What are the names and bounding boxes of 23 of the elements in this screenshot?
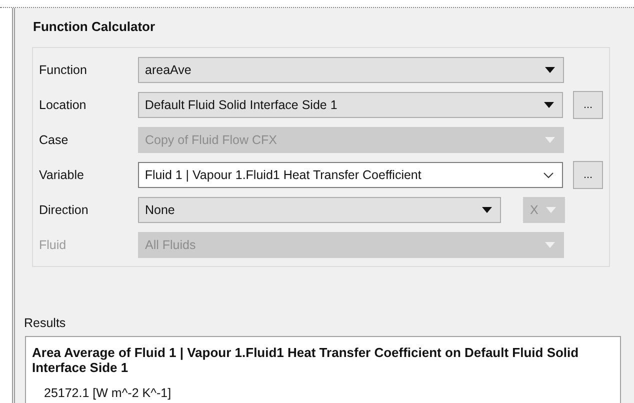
field-label: Direction [39,203,90,217]
combo-field[interactable]: Fluid 1 | Vapour 1.Fluid1 Heat Transfer Coefficient [138,162,564,188]
browse-button[interactable]: ... [573,91,603,119]
field-label: Fluid [39,238,68,252]
result-value: 25172.1 [W m^-2 K^-1] [44,386,172,400]
chevron-down-icon [543,172,554,178]
caret-down-icon [546,207,556,213]
dropdown[interactable]: None [138,197,501,223]
caret-down-icon [545,67,555,73]
dropdown[interactable]: Default Fluid Solid Interface Side 1 [138,92,564,118]
caret-down-icon [545,242,555,248]
field-label: Function [39,63,88,77]
caret-down-icon [482,207,492,213]
browse-button[interactable]: ... [573,161,603,189]
caret-down-icon [544,102,554,108]
panel-title: Function Calculator [33,19,156,34]
field-label: Case [39,133,70,147]
result-heading: Area Average of Fluid 1 | Vapour 1.Fluid1 Heat Transfer Coefficient on Default Fluid Solid Interface Side 1 [32,345,580,375]
section-label: Results [24,316,67,330]
field-label: Location [39,98,88,112]
field-label: Variable [39,168,85,182]
caret-down-icon [545,137,555,143]
dropdown[interactable]: areaAve [138,57,564,83]
